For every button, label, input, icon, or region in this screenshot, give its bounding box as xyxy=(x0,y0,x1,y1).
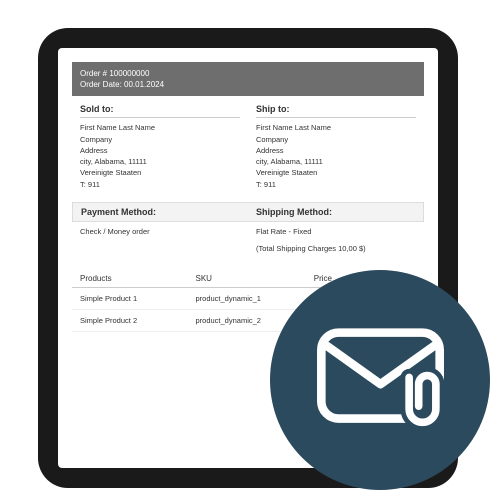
cell-sku: product_dynamic_1 xyxy=(196,294,280,303)
method-values: Check / Money order Flat Rate - Fixed (T… xyxy=(72,222,424,259)
payment-heading: Payment Method: xyxy=(73,203,248,221)
cell-product: Simple Product 1 xyxy=(72,294,196,303)
email-attachment-badge xyxy=(270,270,490,490)
shipping-value: Flat Rate - Fixed xyxy=(256,226,416,237)
col-products: Products xyxy=(72,274,196,283)
ship-to-body: First Name Last Name Company Address cit… xyxy=(256,122,416,190)
mail-attachment-icon xyxy=(313,325,448,435)
sold-to-body: First Name Last Name Company Address cit… xyxy=(80,122,240,190)
sold-country: Vereinigte Staaten xyxy=(80,167,240,178)
order-date: Order Date: 00.01.2024 xyxy=(80,79,416,90)
method-headings: Payment Method: Shipping Method: xyxy=(72,202,424,222)
payment-value: Check / Money order xyxy=(72,222,248,259)
sold-to-heading: Sold to: xyxy=(80,104,240,118)
ship-company: Company xyxy=(256,134,416,145)
col-price: Price xyxy=(280,274,333,283)
ship-city: city, Alabama, 11111 xyxy=(256,156,416,167)
cell-sku: product_dynamic_2 xyxy=(196,316,280,325)
sold-city: city, Alabama, 11111 xyxy=(80,156,240,167)
sold-name: First Name Last Name xyxy=(80,122,240,133)
sold-address: Address xyxy=(80,145,240,156)
ship-to-heading: Ship to: xyxy=(256,104,416,118)
shipping-value-block: Flat Rate - Fixed (Total Shipping Charge… xyxy=(248,222,424,259)
order-number: Order # 100000000 xyxy=(80,68,416,79)
address-section: Sold to: First Name Last Name Company Ad… xyxy=(72,100,424,194)
ship-phone: T: 911 xyxy=(256,179,416,190)
shipping-charges: (Total Shipping Charges 10,00 $) xyxy=(256,243,416,254)
ship-name: First Name Last Name xyxy=(256,122,416,133)
shipping-heading: Shipping Method: xyxy=(248,203,423,221)
col-sku: SKU xyxy=(196,274,280,283)
ship-to-block: Ship to: First Name Last Name Company Ad… xyxy=(248,100,424,194)
sold-company: Company xyxy=(80,134,240,145)
ship-country: Vereinigte Staaten xyxy=(256,167,416,178)
sold-phone: T: 911 xyxy=(80,179,240,190)
invoice-header: Order # 100000000 Order Date: 00.01.2024 xyxy=(72,62,424,96)
cell-product: Simple Product 2 xyxy=(72,316,196,325)
sold-to-block: Sold to: First Name Last Name Company Ad… xyxy=(72,100,248,194)
ship-address: Address xyxy=(256,145,416,156)
